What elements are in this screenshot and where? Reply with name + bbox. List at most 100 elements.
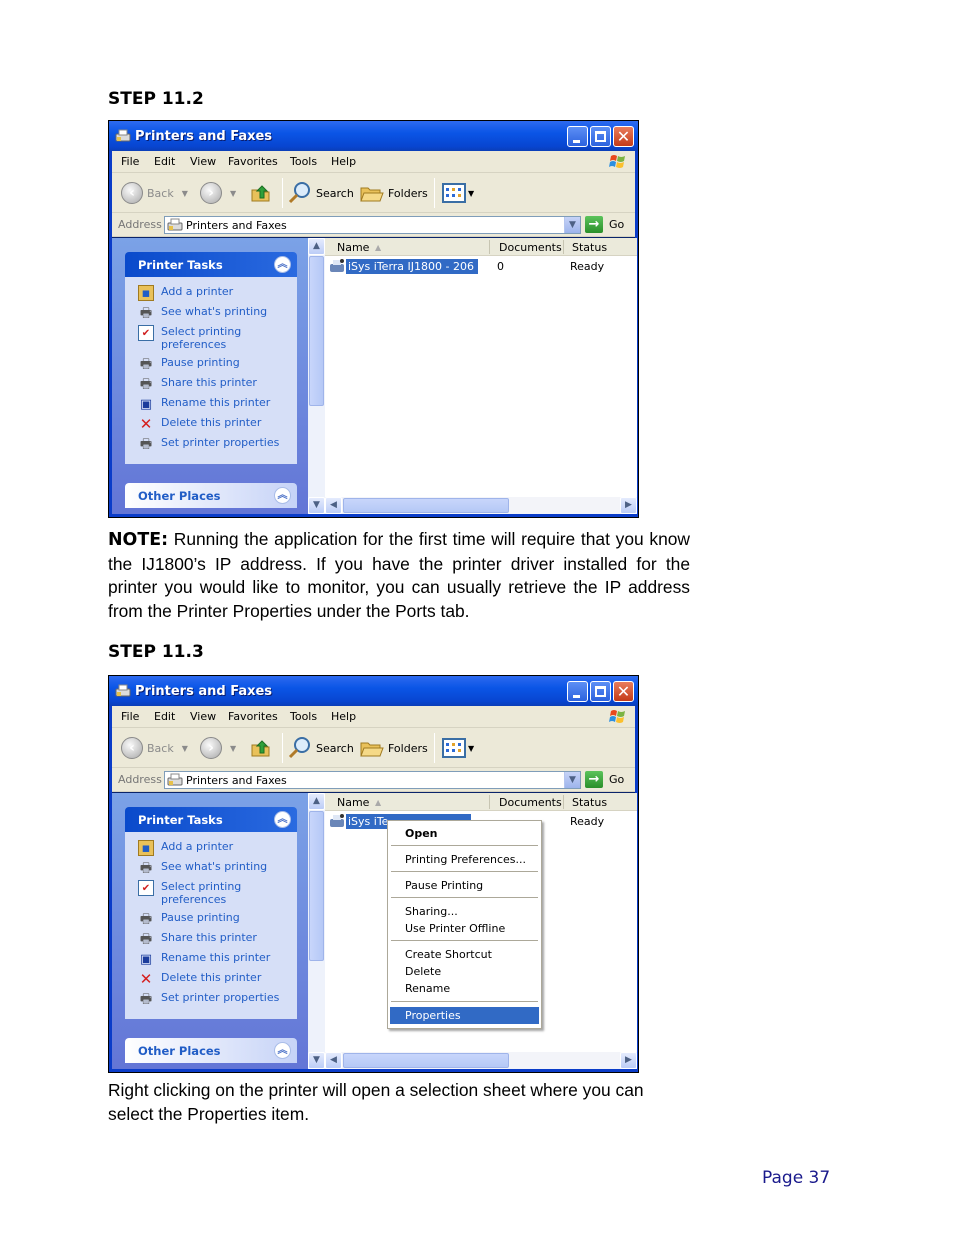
scroll-left-icon[interactable]: ◀: [325, 497, 342, 514]
sort-ascending-icon: ▲: [375, 243, 382, 252]
back-button[interactable]: ‹ Back ▼: [121, 181, 188, 205]
scroll-left-icon[interactable]: ◀: [325, 1052, 342, 1069]
close-button[interactable]: ✕: [613, 126, 634, 147]
context-properties[interactable]: Properties: [390, 1007, 539, 1024]
context-create-shortcut[interactable]: Create Shortcut: [390, 946, 539, 963]
menu-file[interactable]: File: [121, 710, 139, 723]
printer-row[interactable]: iSys iTerra IJ1800 - 206 0 Ready: [325, 258, 637, 276]
up-folder-button[interactable]: [250, 181, 272, 205]
address-input[interactable]: Printers and Faxes ▼: [164, 216, 581, 234]
menu-view[interactable]: View: [190, 710, 216, 723]
scroll-right-icon[interactable]: ▶: [620, 497, 637, 514]
column-status[interactable]: Status: [572, 796, 607, 809]
task-set-properties[interactable]: 🖶 Set printer properties: [138, 991, 279, 1007]
views-button[interactable]: ▼: [442, 181, 474, 205]
minimize-button[interactable]: [567, 681, 588, 702]
title-bar[interactable]: Printers and Faxes ✕: [109, 121, 638, 151]
column-name[interactable]: Name: [337, 796, 369, 809]
scroll-up-icon[interactable]: ▲: [308, 238, 325, 255]
scroll-up-icon[interactable]: ▲: [308, 793, 325, 810]
collapse-icon[interactable]: ︽: [274, 1042, 291, 1059]
scroll-down-icon[interactable]: ▼: [308, 497, 325, 514]
menu-file[interactable]: File: [121, 155, 139, 168]
scroll-thumb[interactable]: [309, 811, 324, 961]
menu-favorites[interactable]: Favorites: [228, 710, 278, 723]
context-delete[interactable]: Delete: [390, 963, 539, 980]
printer-tasks-header[interactable]: Printer Tasks ︽: [125, 807, 297, 832]
menu-favorites[interactable]: Favorites: [228, 155, 278, 168]
task-share-printer[interactable]: 🖶 Share this printer: [138, 931, 257, 947]
other-places-header[interactable]: Other Places ︽: [125, 1038, 297, 1063]
back-button[interactable]: ‹ Back ▼: [121, 736, 188, 760]
printer-tasks-panel: Printer Tasks ︽ ▪ Add a printer 🖶 See what'…: [125, 252, 297, 464]
horizontal-scrollbar[interactable]: ◀ ▶: [325, 1052, 637, 1069]
collapse-icon[interactable]: ︽: [274, 811, 291, 828]
forward-button[interactable]: › ▼: [200, 181, 236, 205]
task-select-preferences[interactable]: ✔ Select printing preferences: [138, 880, 241, 906]
column-documents[interactable]: Documents: [499, 241, 562, 254]
printer-tasks-header[interactable]: Printer Tasks ︽: [125, 252, 297, 277]
task-add-printer[interactable]: ▪ Add a printer: [138, 840, 233, 856]
context-sharing[interactable]: Sharing...: [390, 903, 539, 920]
column-documents[interactable]: Documents: [499, 796, 562, 809]
menu-edit[interactable]: Edit: [154, 155, 175, 168]
scroll-right-icon[interactable]: ▶: [620, 1052, 637, 1069]
title-bar[interactable]: Printers and Faxes ✕: [109, 676, 638, 706]
menu-tools[interactable]: Tools: [290, 155, 317, 168]
forward-button[interactable]: › ▼: [200, 736, 236, 760]
collapse-icon[interactable]: ︽: [274, 256, 291, 273]
task-delete-printer[interactable]: ✕ Delete this printer: [138, 416, 262, 432]
print-queue-icon: 🖶: [139, 305, 153, 321]
close-button[interactable]: ✕: [613, 681, 634, 702]
task-see-printing[interactable]: 🖶 See what's printing: [138, 860, 267, 876]
horizontal-scrollbar[interactable]: ◀ ▶: [325, 497, 637, 514]
column-status[interactable]: Status: [572, 241, 607, 254]
task-pause-printing[interactable]: 🖶 Pause printing: [138, 911, 240, 927]
collapse-icon[interactable]: ︽: [274, 487, 291, 504]
context-open[interactable]: Open: [390, 825, 539, 842]
views-button[interactable]: ▼: [442, 736, 474, 760]
up-folder-icon: [251, 740, 270, 757]
maximize-button[interactable]: [590, 681, 611, 702]
menu-help[interactable]: Help: [331, 155, 356, 168]
vertical-scrollbar[interactable]: ▲ ▼: [308, 793, 325, 1069]
task-delete-printer[interactable]: ✕ Delete this printer: [138, 971, 262, 987]
task-rename-printer[interactable]: ▣ Rename this printer: [138, 396, 270, 412]
task-see-printing[interactable]: 🖶 See what's printing: [138, 305, 267, 321]
search-button[interactable]: Search: [288, 736, 354, 760]
context-printing-preferences[interactable]: Printing Preferences...: [390, 851, 539, 868]
task-add-printer[interactable]: ▪ Add a printer: [138, 285, 233, 301]
up-folder-button[interactable]: [250, 736, 272, 760]
vertical-scrollbar[interactable]: ▲ ▼: [308, 238, 325, 514]
task-share-printer[interactable]: 🖶 Share this printer: [138, 376, 257, 392]
task-set-properties[interactable]: 🖶 Set printer properties: [138, 436, 279, 452]
scroll-thumb[interactable]: [343, 1053, 509, 1068]
add-printer-icon: ▪: [138, 840, 154, 856]
task-select-preferences[interactable]: ✔ Select printing preferences: [138, 325, 241, 351]
go-button[interactable]: → Go: [585, 216, 624, 233]
column-name[interactable]: Name: [337, 241, 369, 254]
context-use-offline[interactable]: Use Printer Offline: [390, 920, 539, 937]
scroll-down-icon[interactable]: ▼: [308, 1052, 325, 1069]
folders-button[interactable]: Folders: [360, 181, 428, 205]
context-rename[interactable]: Rename: [390, 980, 539, 997]
minimize-button[interactable]: [567, 126, 588, 147]
task-pause-printing[interactable]: 🖶 Pause printing: [138, 356, 240, 372]
search-button[interactable]: Search: [288, 181, 354, 205]
context-pause-printing[interactable]: Pause Printing: [390, 877, 539, 894]
task-rename-printer[interactable]: ▣ Rename this printer: [138, 951, 270, 967]
menu-help[interactable]: Help: [331, 710, 356, 723]
maximize-button[interactable]: [590, 126, 611, 147]
scroll-thumb[interactable]: [309, 256, 324, 406]
address-dropdown-icon[interactable]: ▼: [564, 772, 580, 788]
menu-edit[interactable]: Edit: [154, 710, 175, 723]
scroll-thumb[interactable]: [343, 498, 509, 513]
menu-tools[interactable]: Tools: [290, 710, 317, 723]
folders-button[interactable]: Folders: [360, 736, 428, 760]
address-dropdown-icon[interactable]: ▼: [564, 217, 580, 233]
other-places-header[interactable]: Other Places ︽: [125, 483, 297, 508]
printer-status: Ready: [570, 815, 605, 828]
menu-view[interactable]: View: [190, 155, 216, 168]
go-button[interactable]: → Go: [585, 771, 624, 788]
address-input[interactable]: Printers and Faxes ▼: [164, 771, 581, 789]
